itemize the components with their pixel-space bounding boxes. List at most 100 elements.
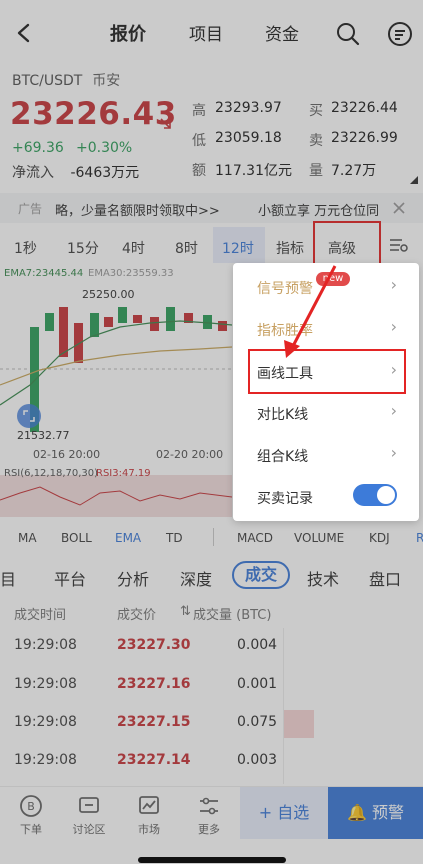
chevron-right-icon: › — [390, 275, 397, 294]
ad-tag: 广告 — [18, 202, 43, 216]
amount-value: 117.31亿元 — [215, 163, 292, 179]
trade-time: 19:29:08 — [14, 676, 77, 692]
sliders-icon — [200, 797, 218, 815]
tab-12h[interactable]: 12时 — [222, 238, 254, 258]
low-label: 低 — [192, 133, 206, 149]
sub-tab-orderbook[interactable]: 盘口 — [369, 566, 401, 590]
tab-1s[interactable]: 1秒 — [14, 238, 37, 258]
close-icon[interactable] — [393, 202, 405, 214]
menu-lines-icon[interactable] — [387, 21, 413, 47]
candle — [118, 307, 127, 323]
exchange-name: 币安 — [92, 73, 121, 89]
menu-item-combo[interactable]: 组合K线 › — [233, 433, 419, 475]
chevron-right-icon: › — [390, 443, 397, 462]
alert-label: 预警 — [372, 803, 405, 822]
ind-td[interactable]: TD — [166, 531, 183, 545]
low-value: 23059.18 — [215, 130, 282, 146]
bottom-market[interactable]: 市场 — [124, 794, 174, 837]
sub-tab-depth[interactable]: 深度 — [180, 566, 212, 590]
candle — [150, 317, 159, 331]
candle — [133, 315, 142, 323]
table-row: 19:29:08 23227.14 0.003 — [0, 752, 423, 774]
trade-price: 23227.16 — [117, 676, 191, 692]
add-favorite-button[interactable]: + 自选 — [240, 787, 328, 839]
menu-item-compare[interactable]: 对比K线 › — [233, 391, 419, 433]
kline-chart[interactable]: EMA7:23445.44 EMA30:23559.33 25250.00 21… — [0, 265, 233, 517]
rsi-label: RSI(6,12,18,70,30) — [4, 468, 99, 479]
buy-label: 买 — [309, 103, 323, 119]
date-label-2: 02-20 20:00 — [156, 448, 224, 461]
last-price: 23226.43 — [10, 96, 177, 132]
bottom-discuss[interactable]: 讨论区 — [64, 794, 114, 837]
fullscreen-icon[interactable] — [16, 403, 42, 429]
search-icon[interactable] — [336, 22, 360, 46]
ema30-label: EMA30:23559.33 — [88, 268, 174, 279]
ind-kdj[interactable]: KDJ — [369, 531, 390, 545]
sub-tab-trades[interactable]: 成交 — [232, 561, 290, 589]
candle — [74, 323, 83, 363]
sort-icon[interactable]: ⇅ — [180, 604, 191, 619]
tab-8h[interactable]: 8时 — [175, 238, 198, 258]
ind-boll[interactable]: BOLL — [61, 531, 92, 545]
change-abs: +69.36 — [12, 140, 64, 156]
chevron-right-icon: › — [390, 401, 397, 420]
expand-corner-icon[interactable] — [410, 176, 418, 184]
back-icon[interactable] — [14, 22, 34, 44]
sub-tabs: 项目 平台 分析 深度 成交 技术 盘口 — [0, 558, 423, 594]
sub-tab-platform[interactable]: 平台 — [54, 566, 86, 590]
rsi-area — [0, 475, 232, 517]
menu-item-label: 买卖记录 — [257, 491, 313, 507]
tab-15m[interactable]: 15分 — [67, 238, 99, 258]
sell-value: 23226.99 — [331, 130, 398, 146]
tab-project[interactable]: 项目 — [189, 20, 223, 45]
trade-time: 19:29:08 — [14, 714, 77, 730]
high-label: 高 — [192, 103, 206, 119]
svg-text:B: B — [27, 800, 35, 813]
chat-icon — [79, 797, 99, 813]
sub-tab-analysis[interactable]: 分析 — [117, 566, 149, 590]
trade-price: 23227.30 — [117, 637, 191, 653]
sub-tab-tech[interactable]: 技术 — [307, 566, 339, 590]
tab-4h[interactable]: 4时 — [122, 238, 145, 258]
highlight-advanced — [313, 221, 381, 266]
trade-time: 19:29:08 — [14, 752, 77, 768]
table-row: 19:29:08 23227.30 0.004 — [0, 637, 423, 659]
sub-tab-project[interactable]: 项目 — [0, 566, 16, 590]
ema7-label: EMA7:23445.44 — [4, 268, 84, 279]
ind-ma[interactable]: MA — [18, 531, 37, 545]
bottom-more[interactable]: 更多 — [184, 794, 234, 837]
ind-rsi[interactable]: R — [416, 531, 423, 545]
high-value: 23293.97 — [215, 100, 282, 116]
bitcoin-icon: B — [20, 795, 42, 817]
bell-icon: 🔔 — [346, 803, 367, 822]
bottom-market-label: 市场 — [138, 823, 160, 836]
bottom-order-label: 下单 — [20, 823, 42, 836]
trade-price: 23227.14 — [117, 752, 191, 768]
trade-record-toggle[interactable] — [353, 484, 397, 506]
bottom-discuss-label: 讨论区 — [72, 823, 106, 836]
toggle-knob — [377, 486, 395, 504]
ad-text-left: 略，少量名额限时领取中>> — [55, 204, 220, 219]
candle — [45, 313, 54, 331]
candle — [104, 317, 113, 327]
date-label-1: 02-16 20:00 — [33, 448, 101, 461]
net-inflow: 净流入 -6463万元 — [12, 162, 139, 182]
chart-settings-icon[interactable] — [390, 238, 408, 252]
ad-banner[interactable]: 广告 略，少量名额限时领取中>> 小额立享 万元仓位同 — [0, 193, 423, 223]
ind-volume[interactable]: VOLUME — [294, 531, 344, 545]
col-qty[interactable]: 成交量 (BTC) — [193, 604, 271, 623]
alert-button[interactable]: 🔔 预警 — [328, 787, 423, 839]
pair-name: BTC/USDT — [12, 73, 83, 89]
rsi-value: RSI3:47.19 — [96, 468, 151, 479]
ind-ema[interactable]: EMA — [115, 531, 141, 545]
tab-indicator[interactable]: 指标 — [276, 238, 304, 258]
indicator-divider — [213, 528, 214, 546]
inflow-value: -6463万元 — [70, 165, 140, 181]
ad-text-right: 小额立享 万元仓位同 — [258, 204, 380, 219]
tab-funds[interactable]: 资金 — [265, 20, 299, 45]
low-mark: 21532.77 — [17, 429, 70, 442]
ind-macd[interactable]: MACD — [237, 531, 273, 545]
bottom-order[interactable]: B 下单 — [6, 794, 56, 837]
tab-quote[interactable]: 报价 — [110, 20, 146, 46]
candle — [218, 321, 227, 331]
